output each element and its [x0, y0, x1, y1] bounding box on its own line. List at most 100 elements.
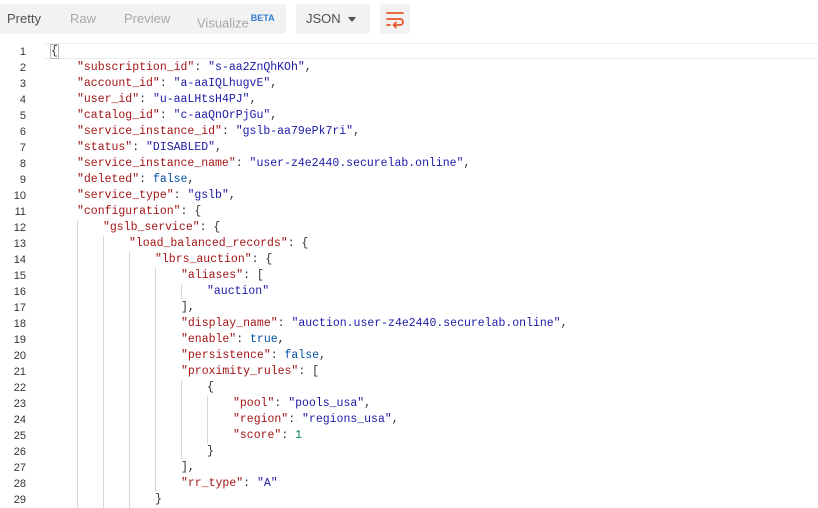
code-token: ],	[181, 301, 195, 314]
wrap-lines-button[interactable]	[380, 4, 410, 34]
code-token: false	[152, 173, 188, 186]
code-line: "account_id": "a-aaIQLhugvE",	[77, 76, 277, 92]
format-select[interactable]: JSON	[296, 4, 370, 34]
code-line: "pool": "pools_usa",	[233, 396, 371, 412]
line-number: 21	[13, 366, 26, 378]
code-token: "configuration"	[77, 205, 181, 218]
indent-guide	[103, 236, 104, 508]
code-token: "proximity_rules"	[181, 365, 299, 378]
code-line: }	[207, 444, 214, 460]
code-token: "catalog_id"	[77, 109, 160, 122]
code-token: ,	[228, 189, 236, 202]
line-number: 11	[14, 206, 26, 218]
format-select-value: JSON	[306, 11, 341, 26]
code-line: ],	[181, 460, 195, 476]
line-number: 23	[13, 398, 26, 410]
code-token: :	[139, 93, 153, 106]
code-token: "gslb_service"	[103, 221, 200, 234]
code-token: :	[243, 477, 257, 490]
code-line: "lbrs_auction": {	[155, 252, 272, 268]
code-token: ,	[364, 397, 372, 410]
code-token: : {	[199, 221, 221, 234]
code-token: "DISABLED"	[146, 141, 216, 154]
code-line: ],	[181, 300, 195, 316]
code-line: "configuration": {	[77, 204, 201, 220]
code-token: "persistence"	[181, 349, 271, 362]
indent-guide	[207, 396, 208, 444]
code-token: :	[235, 157, 250, 170]
code-token: "enable"	[181, 333, 237, 346]
indent-guide	[181, 380, 182, 460]
code-token: ,	[560, 317, 568, 330]
code-token: "regions_usa"	[302, 413, 392, 426]
beta-badge: BETA	[250, 13, 275, 23]
code-token: :	[281, 429, 296, 442]
code-token: "auction"	[207, 285, 270, 298]
code-line: "load_balanced_records": {	[129, 236, 308, 252]
code-line: "user_id": "u-aaLHtsH4PJ",	[77, 92, 256, 108]
code-token: ,	[319, 349, 326, 362]
line-number: 22	[13, 382, 26, 394]
code-token: "display_name"	[181, 317, 278, 330]
line-number: 19	[13, 334, 26, 346]
line-number: 24	[13, 414, 26, 426]
code-token: "account_id"	[77, 77, 160, 90]
code-line: "auction"	[207, 284, 269, 300]
line-number: 25	[13, 430, 26, 442]
view-mode-tabs: Pretty Raw Preview Visualize BETA	[0, 4, 286, 34]
code-line: "region": "regions_usa",	[233, 412, 399, 428]
code-token: "c-aaQnOrPjGu"	[173, 109, 271, 122]
line-number: 8	[19, 158, 26, 170]
code-token: :	[288, 413, 303, 426]
code-token: "a-aaIQLhugvE"	[173, 77, 271, 90]
code-token: : {	[251, 253, 273, 266]
line-number: 9	[19, 174, 26, 186]
line-number-gutter: 1 2 3 4 5 6 7 8 9 10 11 12 13 14 15 16 17 18 19 20 21 22 23 24 2…	[0, 43, 38, 506]
line-number: 13	[13, 238, 26, 250]
line-number: 5	[19, 110, 26, 122]
wrap-lines-icon	[386, 12, 404, 29]
code-token: }	[207, 445, 214, 458]
code-line: {	[50, 44, 59, 60]
line-number: 15	[13, 270, 26, 282]
code-token: ,	[391, 413, 399, 426]
code-token: "service_instance_name"	[77, 157, 236, 170]
code-token: "gslb-aa79ePk7ri"	[235, 125, 354, 138]
code-token: ,	[277, 333, 285, 346]
code-token: "region"	[233, 413, 289, 426]
line-number: 26	[13, 446, 26, 458]
line-number: 7	[19, 142, 26, 154]
code-token: ,	[187, 173, 195, 186]
code-token: : [	[298, 365, 320, 378]
code-token: "gslb"	[187, 189, 229, 202]
code-line: "display_name": "auction.user-z4e2440.se…	[181, 316, 568, 332]
code-token: "lbrs_auction"	[155, 253, 252, 266]
code-line: {	[207, 380, 214, 396]
code-line: "service_instance_id": "gslb-aa79ePk7ri"…	[77, 124, 360, 140]
tab-raw[interactable]: Raw	[70, 4, 96, 34]
line-number: 1	[19, 46, 26, 58]
code-token: : [	[243, 269, 264, 282]
code-token: "service_type"	[77, 189, 174, 202]
tab-visualize-label: Visualize	[197, 15, 249, 31]
response-body-editor[interactable]: 1 2 3 4 5 6 7 8 9 10 11 12 13 14 15 16 17 18 19 20 21 22 23 24 2…	[0, 43, 818, 508]
code-line: "status": "DISABLED",	[77, 140, 222, 156]
code-token: : {	[180, 205, 202, 218]
code-token: :	[139, 173, 153, 186]
tab-preview[interactable]: Preview	[124, 4, 170, 34]
code-token: "service_instance_id"	[77, 125, 222, 138]
code-token: :	[277, 317, 292, 330]
tab-visualize[interactable]: Visualize BETA	[197, 4, 275, 34]
code-token: :	[132, 141, 147, 154]
line-number: 14	[13, 254, 26, 266]
response-toolbar: Pretty Raw Preview Visualize BETA JSON	[0, 0, 818, 40]
code-line: "service_type": "gslb",	[77, 188, 236, 204]
code-token: "status"	[77, 141, 133, 154]
code-token: "deleted"	[77, 173, 140, 186]
code-line: "rr_type": "A"	[181, 476, 278, 492]
line-number: 27	[13, 462, 26, 474]
indent-guide	[77, 220, 78, 508]
tab-pretty[interactable]: Pretty	[7, 4, 41, 34]
code-token: ,	[463, 157, 471, 170]
code-token: "load_balanced_records"	[129, 237, 288, 250]
